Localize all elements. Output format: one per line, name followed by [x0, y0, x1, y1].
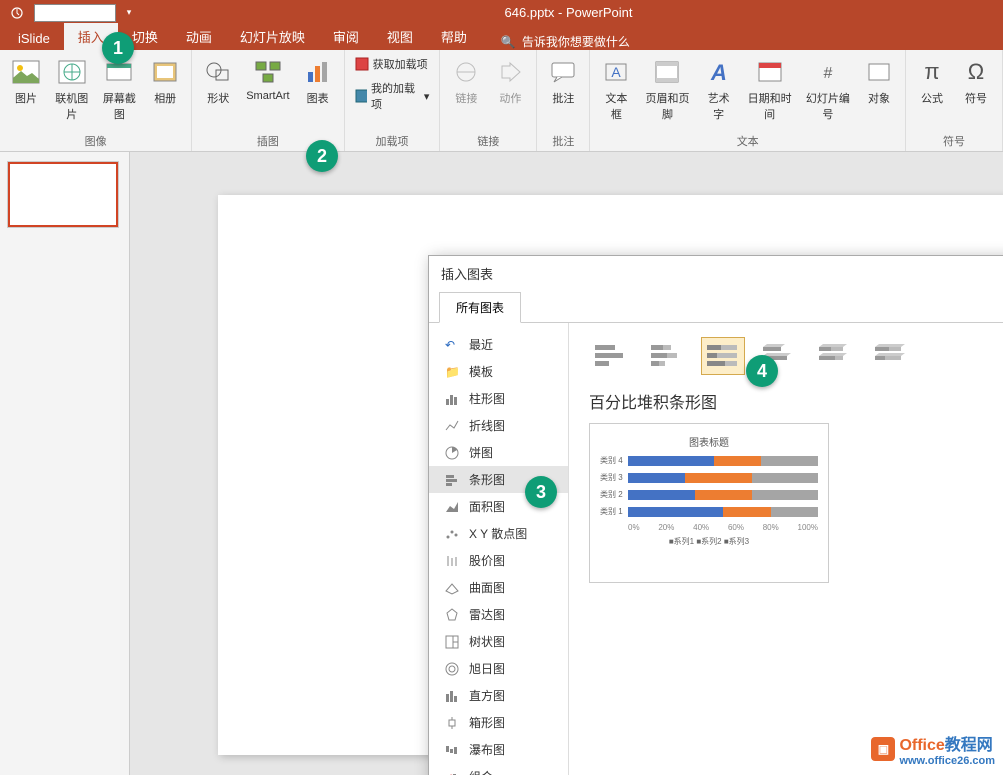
symbol-button[interactable]: Ω符号: [956, 54, 996, 108]
svg-text:#: #: [823, 65, 832, 82]
slide-thumbnail-1[interactable]: [8, 162, 118, 227]
quick-access-toolbar: ▾: [6, 3, 140, 23]
online-pictures-button[interactable]: 联机图片: [50, 54, 94, 124]
group-addins: 获取加载项 我的加载项 ▾ 加载项: [345, 50, 441, 151]
subtype-3d-stacked-bar[interactable]: [813, 337, 857, 375]
dialog-titlebar: 插入图表 ?: [429, 256, 1003, 291]
chart-button[interactable]: 图表: [298, 54, 338, 108]
tutorial-marker-1: 1: [102, 32, 134, 64]
subtype-percent-stacked-bar[interactable]: [701, 337, 745, 375]
autosave-icon[interactable]: [6, 3, 28, 23]
subtype-3d-percent-stacked-bar[interactable]: [869, 337, 913, 375]
smartart-button[interactable]: SmartArt: [242, 54, 293, 104]
pictures-button[interactable]: 图片: [6, 54, 46, 108]
comment-button[interactable]: 批注: [543, 54, 583, 108]
shapes-button[interactable]: 形状: [198, 54, 238, 108]
group-illustrations: 形状 SmartArt 图表 插图: [192, 50, 344, 151]
ribbon: 图片 联机图片 屏幕截图 相册 图像 形状 SmartArt 图表 插图 获取加…: [0, 50, 1003, 152]
search-icon: 🔍: [501, 35, 516, 49]
chart-subtype-pane: 百分比堆积条形图 图表标题 类别 4 类别 3 类别 2 类别 1 0%20%4…: [569, 323, 1003, 775]
insert-chart-dialog: 插入图表 ? 所有图表 ↶最近 📁模板 柱形图 折线图 饼图 条形图 面积图 X…: [428, 255, 1003, 775]
svg-text:A: A: [710, 60, 727, 84]
subtype-clustered-bar[interactable]: [589, 337, 633, 375]
tab-islide[interactable]: iSlide: [4, 27, 64, 50]
cat-radar[interactable]: 雷达图: [429, 601, 568, 628]
equation-button[interactable]: π公式: [912, 54, 952, 108]
tell-me-search[interactable]: 🔍 告诉我你想要做什么: [501, 33, 630, 50]
cat-column[interactable]: 柱形图: [429, 385, 568, 412]
group-comments: 批注 批注: [537, 50, 590, 151]
cat-scatter[interactable]: X Y 散点图: [429, 520, 568, 547]
slide-canvas: 插入图表 ? 所有图表 ↶最近 📁模板 柱形图 折线图 饼图 条形图 面积图 X…: [174, 170, 1003, 775]
tutorial-marker-4: 4: [746, 355, 778, 387]
tab-help[interactable]: 帮助: [427, 23, 481, 50]
cat-stock[interactable]: 股价图: [429, 547, 568, 574]
cat-boxwhisker[interactable]: 箱形图: [429, 709, 568, 736]
group-links: 链接 动作 链接: [440, 50, 537, 151]
datetime-button[interactable]: 日期和时间: [743, 54, 797, 124]
watermark: ▣ Office教程网 www.office26.com: [871, 731, 995, 767]
titlebar: ▾ 646.pptx - PowerPoint: [0, 0, 1003, 25]
cat-templates[interactable]: 📁模板: [429, 358, 568, 385]
tutorial-marker-2: 2: [306, 140, 338, 172]
group-images: 图片 联机图片 屏幕截图 相册 图像: [0, 50, 192, 151]
textbox-button[interactable]: A文本框: [596, 54, 636, 124]
tab-review[interactable]: 审阅: [319, 23, 373, 50]
svg-text:A: A: [612, 64, 622, 80]
cat-treemap[interactable]: 树状图: [429, 628, 568, 655]
object-button[interactable]: 对象: [859, 54, 899, 108]
watermark-logo-icon: ▣: [871, 737, 895, 761]
slide-number-button[interactable]: #幻灯片编号: [801, 54, 855, 124]
tutorial-marker-3: 3: [525, 476, 557, 508]
cat-sunburst[interactable]: 旭日图: [429, 655, 568, 682]
chart-category-list: ↶最近 📁模板 柱形图 折线图 饼图 条形图 面积图 X Y 散点图 股价图 曲…: [429, 323, 569, 775]
cat-surface[interactable]: 曲面图: [429, 574, 568, 601]
subtype-stacked-bar[interactable]: [645, 337, 689, 375]
my-addins-button[interactable]: 我的加载项 ▾: [351, 78, 434, 114]
group-text: A文本框 页眉和页脚 A艺术字 日期和时间 #幻灯片编号 对象 文本: [590, 50, 906, 151]
get-addins-button[interactable]: 获取加载项: [351, 54, 434, 74]
ribbon-tabs: iSlide 插入 切换 动画 幻灯片放映 审阅 视图 帮助 🔍 告诉我你想要做…: [0, 25, 1003, 50]
qat-more-icon[interactable]: ▾: [118, 3, 140, 23]
tab-animations[interactable]: 动画: [172, 23, 226, 50]
slide-thumbnails: [0, 152, 130, 775]
cat-recent[interactable]: ↶最近: [429, 331, 568, 358]
cat-histogram[interactable]: 直方图: [429, 682, 568, 709]
chart-subtype-name: 百分比堆积条形图: [589, 389, 1003, 413]
action-button[interactable]: 动作: [490, 54, 530, 108]
group-symbols: π公式 Ω符号 符号: [906, 50, 1003, 151]
window-title: 646.pptx - PowerPoint: [140, 5, 997, 20]
cat-line[interactable]: 折线图: [429, 412, 568, 439]
dialog-tab-all-charts[interactable]: 所有图表: [439, 292, 521, 323]
cat-combo[interactable]: 组合: [429, 763, 568, 775]
photo-album-button[interactable]: 相册: [145, 54, 185, 108]
tab-view[interactable]: 视图: [373, 23, 427, 50]
link-button[interactable]: 链接: [446, 54, 486, 108]
tab-slideshow[interactable]: 幻灯片放映: [226, 23, 319, 50]
cat-pie[interactable]: 饼图: [429, 439, 568, 466]
wordart-button[interactable]: A艺术字: [699, 54, 739, 124]
chart-preview[interactable]: 图表标题 类别 4 类别 3 类别 2 类别 1 0%20%40%60%80%1…: [589, 423, 829, 583]
cat-waterfall[interactable]: 瀑布图: [429, 736, 568, 763]
header-footer-button[interactable]: 页眉和页脚: [640, 54, 694, 124]
screenshot-button[interactable]: 屏幕截图: [98, 54, 142, 124]
slide[interactable]: 插入图表 ? 所有图表 ↶最近 📁模板 柱形图 折线图 饼图 条形图 面积图 X…: [218, 195, 1003, 755]
qat-dropdown[interactable]: [34, 4, 116, 22]
